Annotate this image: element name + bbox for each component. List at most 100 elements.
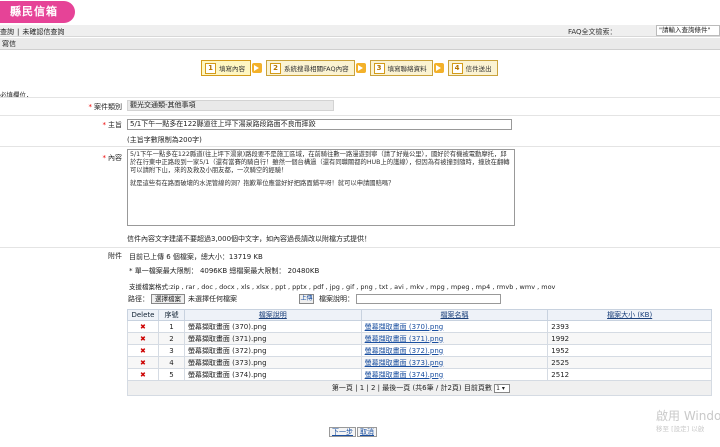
- bottom-buttons: 下一步 取消: [329, 427, 378, 437]
- section-title: 寫信: [0, 38, 720, 50]
- table-row: ✖ 1 螢幕擷取畫面 (370).png 螢幕擷取畫面 (370).png 23…: [127, 320, 712, 333]
- step-4-number: 4: [451, 62, 463, 74]
- row-desc: 螢幕擷取畫面 (370).png: [183, 320, 362, 333]
- nav-link-query[interactable]: 查詢: [0, 28, 14, 36]
- row-name-cell: 螢幕擷取畫面 (374).png: [360, 368, 549, 381]
- step-4-label: 信件送出: [465, 65, 492, 73]
- nav-links: 查詢 | 未確認信查詢: [0, 27, 64, 37]
- pager-text[interactable]: 第一頁 | 1 | 2 | 最後一頁 (共6筆 / 計2頁) 目前頁數: [332, 384, 492, 392]
- table-row: ✖ 4 螢幕擷取畫面 (373).png 螢幕擷取畫面 (373).png 25…: [127, 356, 712, 369]
- row-name-cell: 螢幕擷取畫面 (373).png: [360, 356, 549, 369]
- header-size[interactable]: 檔案大小 (KB): [547, 309, 712, 321]
- header-seq: 序號: [157, 309, 185, 321]
- faq-search-input[interactable]: "請輸入查詢條件": [656, 25, 720, 36]
- case-type-field: 觀光交通類-其他事項: [127, 100, 334, 111]
- step-2-label: 系統搜尋相關FAQ內容: [284, 65, 349, 73]
- required-star: *: [102, 121, 107, 129]
- header-desc[interactable]: 檔案說明: [183, 309, 362, 321]
- nav-bar: 查詢 | 未確認信查詢 FAQ全文檢索： "請輸入查詢條件": [0, 25, 720, 37]
- row-divider: [0, 115, 720, 116]
- delete-icon[interactable]: ✖: [127, 356, 159, 369]
- cancel-button[interactable]: 取消: [357, 427, 377, 437]
- row-desc: 螢幕擷取畫面 (374).png: [183, 368, 362, 381]
- content-label: * 內容: [102, 154, 123, 162]
- subject-input[interactable]: 5/1下午一點多在122縣道往上坪下湯泉路段路面不良而摔跤: [127, 119, 512, 130]
- content-paragraph-2: 就是這些有在路面破壞的水泥管線的洞？抱歉單位應當好好把路面鋪平呀！就可以申請國賠…: [130, 180, 395, 187]
- no-file-text: 未選擇任何檔案: [188, 295, 237, 303]
- row-size: 2525: [547, 356, 712, 369]
- row-name-cell: 螢幕擷取畫面 (371).png: [360, 332, 549, 345]
- arrow-right-icon: [252, 63, 262, 73]
- nav-separator: |: [17, 28, 20, 36]
- row-seq: 4: [157, 356, 185, 369]
- row-seq: 3: [157, 344, 185, 357]
- next-button[interactable]: 下一步: [329, 427, 356, 437]
- pager-row: 第一頁 | 1 | 2 | 最後一頁 (共6筆 / 計2頁) 目前頁數 1 ▾: [127, 380, 712, 396]
- row-size: 2512: [547, 368, 712, 381]
- step-progress: 1 填寫內容 2 系統搜尋相關FAQ內容 3 填寫聯絡資料 4 信件送出: [201, 60, 513, 77]
- file-link[interactable]: 螢幕擷取畫面 (372).png: [365, 347, 444, 355]
- delete-icon[interactable]: ✖: [127, 332, 159, 345]
- required-star: *: [88, 103, 93, 111]
- row-divider: [0, 97, 720, 98]
- required-star: *: [102, 154, 107, 162]
- case-type-label: * 案件類別: [88, 103, 123, 111]
- row-seq: 1: [157, 320, 185, 333]
- table-header-row: Delete 序號 檔案說明 檔案名稱 檔案大小 (KB): [127, 309, 712, 321]
- file-link[interactable]: 螢幕擷取畫面 (374).png: [365, 371, 444, 379]
- step-4: 4 信件送出: [447, 60, 498, 76]
- row-desc: 螢幕擷取畫面 (371).png: [183, 332, 362, 345]
- upload-row: 路徑： 選擇檔案 未選擇任何檔案 上傳 檔案說明：: [128, 294, 501, 304]
- row-desc: 螢幕擷取畫面 (372).png: [183, 344, 362, 357]
- row-name-cell: 螢幕擷取畫面 (370).png: [360, 320, 549, 333]
- content-paragraph-1: 5/1下午一點多在122縣道(往上坪下湯泉)路段要不是施工區域，在前騎往數一路漫…: [130, 151, 510, 174]
- path-label: 路徑：: [128, 295, 149, 303]
- arrow-right-icon: [355, 63, 366, 73]
- header-delete: Delete: [127, 309, 159, 321]
- table-row: ✖ 2 螢幕擷取畫面 (371).png 螢幕擷取畫面 (371).png 19…: [127, 332, 712, 345]
- choose-file-button[interactable]: 選擇檔案: [151, 294, 185, 304]
- content-textarea[interactable]: 5/1下午一點多在122縣道(往上坪下湯泉)路段要不是施工區域，在前騎往數一路漫…: [127, 149, 515, 226]
- attachments-table: Delete 序號 檔案說明 檔案名稱 檔案大小 (KB) ✖ 1 螢幕擷取畫面…: [127, 309, 712, 396]
- pager-cell: 第一頁 | 1 | 2 | 最後一頁 (共6筆 / 計2頁) 目前頁數 1 ▾: [127, 380, 712, 396]
- attach-limit: * 單一檔案最大限制： 4096KB 總檔案最大限制： 20480KB: [129, 267, 320, 275]
- attach-types: 支援檔案格式:zip , rar , doc , docx , xls , xl…: [129, 283, 556, 291]
- step-2-number: 2: [270, 62, 281, 74]
- row-seq: 5: [157, 368, 185, 381]
- row-size: 1952: [547, 344, 712, 357]
- step-1: 1 填寫內容: [201, 60, 262, 76]
- file-link[interactable]: 螢幕擷取畫面 (371).png: [365, 335, 444, 343]
- step-3: 3 填寫聯絡資料: [369, 60, 444, 76]
- step-3-number: 3: [373, 62, 385, 74]
- top-bar: 縣民信箱: [0, 0, 720, 25]
- attach-label: 附件: [108, 252, 122, 260]
- step-2: 2 系統搜尋相關FAQ內容: [266, 60, 366, 76]
- file-desc-input[interactable]: [356, 294, 501, 304]
- file-desc-label: 檔案說明：: [319, 295, 354, 303]
- file-link[interactable]: 螢幕擷取畫面 (373).png: [365, 359, 444, 367]
- delete-icon[interactable]: ✖: [127, 320, 159, 333]
- file-link[interactable]: 螢幕擷取畫面 (370).png: [365, 323, 444, 331]
- step-1-label: 填寫內容: [219, 65, 245, 73]
- site-logo[interactable]: 縣民信箱: [0, 1, 75, 23]
- delete-icon[interactable]: ✖: [127, 368, 159, 381]
- row-size: 2393: [547, 320, 712, 333]
- row-divider: [0, 146, 720, 147]
- page-select[interactable]: 1 ▾: [494, 383, 511, 393]
- row-name-cell: 螢幕擷取畫面 (372).png: [360, 344, 549, 357]
- step-3-label: 填寫聯絡資料: [387, 65, 427, 73]
- attach-count: 目前已上傳 6 個檔案，總大小：13719 KB: [129, 253, 263, 261]
- subject-label: * 主旨: [102, 121, 123, 129]
- upload-button[interactable]: 上傳: [299, 294, 314, 304]
- header-name[interactable]: 檔案名稱: [360, 309, 549, 321]
- row-divider: [0, 247, 720, 248]
- table-row: ✖ 3 螢幕擷取畫面 (372).png 螢幕擷取畫面 (372).png 19…: [127, 344, 712, 357]
- table-row: ✖ 5 螢幕擷取畫面 (374).png 螢幕擷取畫面 (374).png 25…: [127, 368, 712, 381]
- row-seq: 2: [157, 332, 185, 345]
- row-desc: 螢幕擷取畫面 (373).png: [183, 356, 362, 369]
- delete-icon[interactable]: ✖: [127, 344, 159, 357]
- nav-link-unconfirmed[interactable]: 未確認信查詢: [22, 28, 64, 36]
- content-hint: 信件內容文字建議不要超過3,000個中文字，如內容過長請改以附檔方式提供！: [127, 235, 372, 243]
- subject-hint: (主旨字數限制為200字): [127, 136, 202, 144]
- row-size: 1992: [547, 332, 712, 345]
